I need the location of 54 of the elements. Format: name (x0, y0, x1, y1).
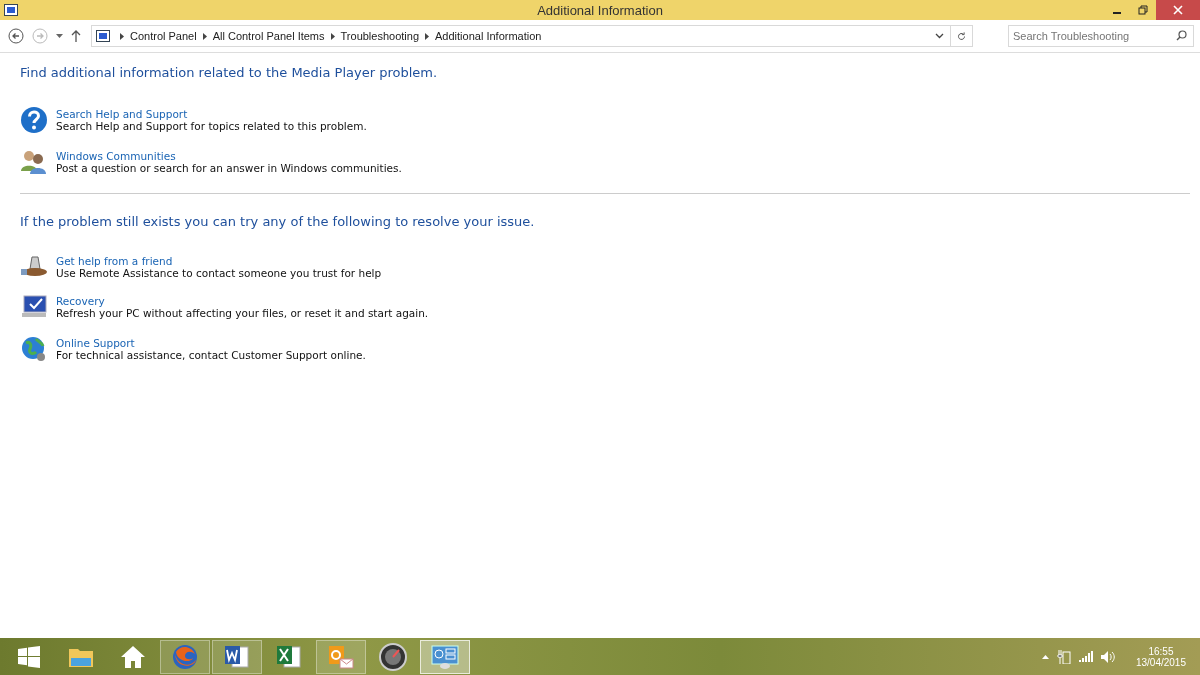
globe-icon (20, 335, 48, 363)
computer-monitor-icon (20, 294, 48, 320)
control-panel-icon (430, 643, 460, 670)
search-icon (1176, 30, 1187, 41)
chevron-icon (425, 32, 430, 40)
clock-time: 16:55 (1148, 645, 1174, 657)
breadcrumb-item[interactable]: Troubleshooting (340, 30, 420, 42)
window-app-icon (4, 4, 18, 16)
link[interactable]: Get help from a friend (56, 255, 173, 267)
section-heading: Find additional information related to the Media Player problem. (20, 65, 439, 80)
chevron-icon (202, 32, 207, 40)
address-bar[interactable]: Control Panel All Control Panel Items Troubleshooting Additional Information (91, 25, 973, 47)
speaker-icon[interactable] (1100, 650, 1116, 663)
recent-dropdown-button[interactable] (54, 32, 65, 40)
people-icon (20, 149, 48, 175)
description-text: Post a question or search for an answer in Windows communities. (56, 162, 402, 174)
control-panel-icon (96, 30, 110, 42)
link[interactable]: Search Help and Support (56, 108, 188, 120)
mail-clock-icon (328, 643, 354, 670)
clock-date: 13/04/2015 (1135, 656, 1186, 668)
taskbar-app-button[interactable] (212, 639, 262, 674)
link[interactable]: Recovery (56, 295, 105, 307)
document-w-icon (224, 643, 250, 670)
restore-icon (1138, 5, 1148, 15)
house-icon (120, 644, 146, 669)
close-icon (1173, 5, 1183, 15)
window-title: Additional Information (537, 2, 663, 18)
link[interactable]: Online Support (56, 337, 135, 349)
close-button[interactable] (1156, 0, 1200, 20)
up-button[interactable] (69, 28, 83, 44)
search-field[interactable]: Search Troubleshooting (1008, 25, 1194, 47)
description-text: Search Help and Support for topics related to this problem. (56, 120, 367, 132)
signal-icon[interactable] (1078, 651, 1093, 662)
refresh-icon (957, 30, 966, 42)
description-text: Refresh your PC without affecting your files, or reset it and start again. (56, 307, 429, 319)
windows-logo-icon (17, 644, 41, 669)
link[interactable]: Windows Communities (56, 150, 176, 162)
dropdown-icon[interactable] (935, 33, 944, 39)
breadcrumb-item[interactable]: All Control Panel Items (212, 30, 325, 42)
description-text: Use Remote Assistance to contact someone you trust for help (56, 267, 382, 279)
chevron-icon (120, 32, 124, 40)
spreadsheet-x-icon (276, 643, 302, 670)
fox-globe-icon (172, 643, 198, 670)
question-mark-icon (20, 106, 48, 134)
show-hidden-icons-caret-icon[interactable] (1041, 654, 1049, 659)
back-button[interactable] (6, 26, 26, 46)
breadcrumb-item[interactable]: Control Panel (130, 30, 197, 42)
dial-icon (379, 642, 407, 671)
section-heading: If the problem still exists you can try any of the following to resolve your issue. (20, 214, 536, 229)
battery-icon[interactable] (1056, 649, 1071, 664)
minimize-icon (1113, 12, 1121, 14)
breadcrumb-item[interactable]: Additional Information (435, 30, 542, 42)
description-text: For technical assistance, contact Customer Support online. (56, 349, 366, 361)
chevron-icon (330, 32, 335, 40)
